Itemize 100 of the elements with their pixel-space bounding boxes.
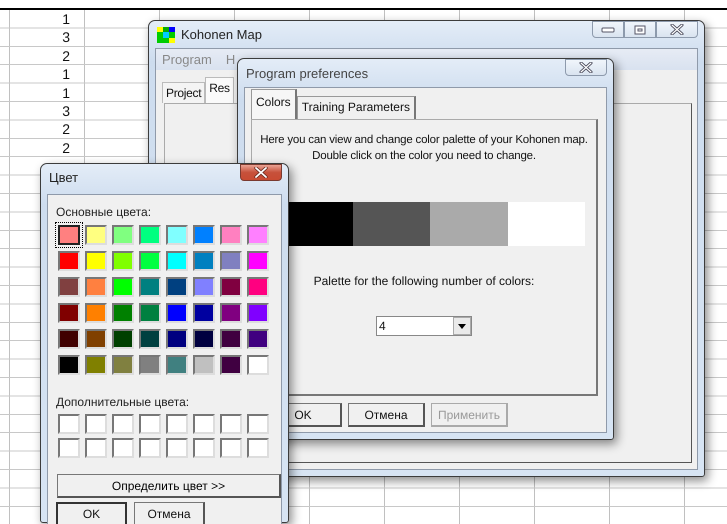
color-swatch[interactable]	[220, 303, 242, 323]
color-swatch[interactable]	[139, 303, 161, 323]
color-swatch[interactable]	[247, 355, 269, 375]
app-logo-icon	[157, 26, 175, 42]
color-swatch[interactable]	[112, 251, 134, 271]
color-swatch[interactable]	[112, 355, 134, 375]
color-swatch[interactable]	[220, 329, 242, 349]
maximize-button[interactable]	[624, 21, 656, 38]
close-button[interactable]	[565, 59, 607, 76]
color-swatch[interactable]	[58, 225, 80, 245]
color-swatch[interactable]	[139, 329, 161, 349]
custom-color-swatch[interactable]	[58, 414, 80, 434]
color-swatch[interactable]	[85, 277, 107, 297]
color-swatch[interactable]	[139, 355, 161, 375]
color-swatch[interactable]	[193, 225, 215, 245]
window-title: Цвет	[49, 169, 80, 185]
custom-color-swatch[interactable]	[220, 414, 242, 434]
color-swatch[interactable]	[220, 251, 242, 271]
custom-color-swatch[interactable]	[85, 414, 107, 434]
color-swatch[interactable]	[166, 225, 188, 245]
custom-color-swatch[interactable]	[193, 438, 215, 458]
color-swatch[interactable]	[193, 303, 215, 323]
close-icon	[254, 167, 268, 178]
custom-color-swatch[interactable]	[139, 414, 161, 434]
color-swatch[interactable]	[85, 355, 107, 375]
custom-color-swatch[interactable]	[220, 438, 242, 458]
tab[interactable]: Colors	[251, 89, 297, 119]
color-swatch[interactable]	[193, 251, 215, 271]
custom-color-swatch[interactable]	[139, 438, 161, 458]
color-swatch[interactable]	[166, 355, 188, 375]
dialog-button[interactable]: Отмена	[134, 502, 205, 524]
color-swatch[interactable]	[58, 355, 80, 375]
custom-color-swatch[interactable]	[247, 414, 269, 434]
color-swatch[interactable]	[193, 329, 215, 349]
color-swatch[interactable]	[166, 277, 188, 297]
define-color-button[interactable]: Определить цвет >>	[57, 474, 281, 498]
color-swatch[interactable]	[247, 277, 269, 297]
color-swatch[interactable]	[112, 303, 134, 323]
dialog-button[interactable]: Отмена	[348, 403, 425, 427]
color-swatch[interactable]	[247, 225, 269, 245]
custom-color-swatch[interactable]	[112, 414, 134, 434]
color-swatch[interactable]	[85, 251, 107, 271]
color-swatch[interactable]	[247, 329, 269, 349]
close-icon	[579, 62, 593, 73]
color-swatch[interactable]	[247, 303, 269, 323]
color-swatch[interactable]	[58, 251, 80, 271]
color-count-dropdown[interactable]: 4	[376, 316, 472, 336]
tab[interactable]: Res	[205, 77, 234, 103]
table-cell-text: 2	[61, 46, 71, 66]
color-swatch[interactable]	[193, 277, 215, 297]
color-swatch[interactable]	[220, 277, 242, 297]
minimize-icon	[601, 26, 615, 32]
color-swatch[interactable]	[85, 303, 107, 323]
palette-swatch[interactable]	[430, 202, 508, 246]
color-swatch[interactable]	[112, 277, 134, 297]
custom-color-swatch[interactable]	[166, 438, 188, 458]
color-swatch[interactable]	[139, 251, 161, 271]
table-cell-text: 2	[61, 120, 71, 139]
section-label: Дополнительные цвета:	[56, 395, 190, 409]
tab[interactable]: Project	[162, 82, 206, 103]
close-button[interactable]	[240, 164, 282, 181]
color-swatch[interactable]	[166, 329, 188, 349]
color-swatch[interactable]	[58, 303, 80, 323]
maximize-icon	[634, 24, 646, 34]
table-cell-text: 1	[61, 65, 71, 84]
custom-color-swatch[interactable]	[112, 438, 134, 458]
color-swatch[interactable]	[112, 329, 134, 349]
color-swatch[interactable]	[58, 277, 80, 297]
color-swatch[interactable]	[166, 251, 188, 271]
field-label: Palette for the following number of colors:	[314, 274, 534, 288]
table-cell-text: 2	[61, 138, 71, 158]
window-title: Program preferences	[246, 66, 370, 80]
custom-color-swatch[interactable]	[247, 438, 269, 458]
color-swatch[interactable]	[139, 277, 161, 297]
palette-swatch[interactable]	[508, 202, 585, 246]
custom-color-swatch[interactable]	[193, 414, 215, 434]
section-label: Основные цвета:	[56, 205, 152, 219]
custom-color-swatch[interactable]	[85, 438, 107, 458]
color-swatch[interactable]	[85, 329, 107, 349]
custom-color-swatch[interactable]	[58, 438, 80, 458]
close-icon	[670, 24, 684, 35]
color-swatch[interactable]	[139, 225, 161, 245]
color-swatch[interactable]	[166, 303, 188, 323]
description-text: Here you can view and change color palette of your Kohonen map. Double click on the color you need to change.	[259, 133, 589, 164]
window-title: Kohonen Map	[181, 27, 263, 42]
color-swatch[interactable]	[220, 355, 242, 375]
tab[interactable]: Training Parameters	[296, 96, 416, 119]
custom-color-swatch[interactable]	[166, 414, 188, 434]
color-swatch[interactable]	[112, 225, 134, 245]
table-cell-text: 1	[61, 84, 71, 102]
color-swatch[interactable]	[247, 251, 269, 271]
color-swatch[interactable]	[220, 225, 242, 245]
color-swatch[interactable]	[85, 225, 107, 245]
table-cell-text: 3	[61, 102, 71, 120]
minimize-button[interactable]	[592, 21, 624, 38]
dialog-button[interactable]: OK	[56, 502, 127, 524]
color-swatch[interactable]	[193, 355, 215, 375]
close-button[interactable]	[656, 21, 698, 38]
palette-swatch[interactable]	[352, 202, 430, 246]
color-swatch[interactable]	[58, 329, 80, 349]
